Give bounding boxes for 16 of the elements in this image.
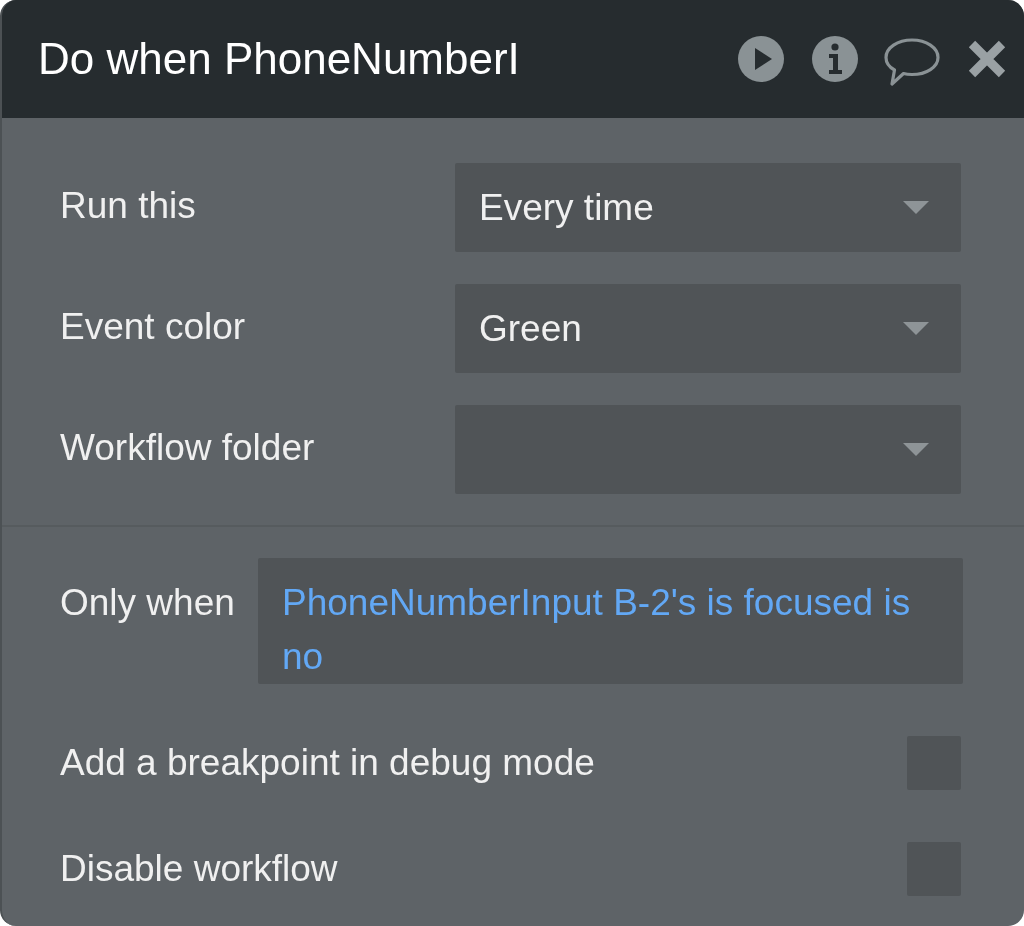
field-label: Workflow folder xyxy=(60,426,316,469)
speech-bubble-icon[interactable] xyxy=(884,38,940,86)
caret-icon xyxy=(903,443,929,456)
option-label: Add a breakpoint in debug mode xyxy=(60,742,596,784)
info-icon[interactable] xyxy=(812,36,858,82)
dropdown[interactable]: Green xyxy=(455,284,961,373)
play-icon[interactable] xyxy=(738,36,784,82)
field-label: Only when xyxy=(60,581,236,625)
field-label: Event color xyxy=(60,305,247,348)
caret-icon xyxy=(903,201,929,214)
close-icon[interactable] xyxy=(968,40,1006,78)
caret-icon xyxy=(903,322,929,335)
option-label: Disable workflow xyxy=(60,848,339,890)
dropdown[interactable]: Every time xyxy=(455,163,961,252)
window-title: Do when PhoneNumberI xyxy=(38,34,521,84)
field-label: Run this xyxy=(60,184,197,227)
